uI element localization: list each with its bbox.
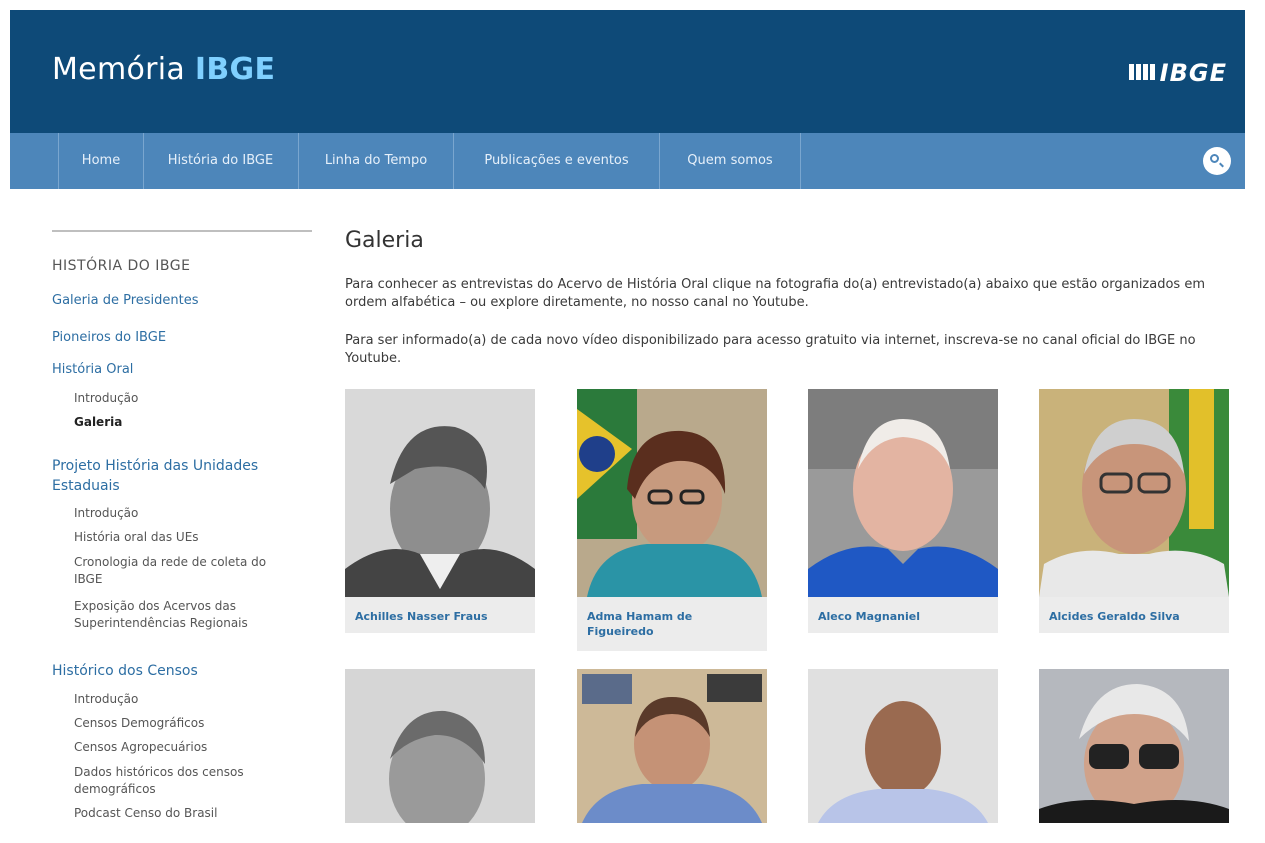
nav-quem-somos[interactable]: Quem somos (660, 133, 801, 189)
interviewee-name[interactable] (345, 823, 535, 843)
ibge-logo-text: IBGE (1159, 59, 1227, 87)
sidebar-link-presidents[interactable]: Galeria de Presidentes (52, 293, 199, 308)
interviewee-photo[interactable] (577, 389, 767, 597)
sidebar-link-census[interactable]: Histórico dos Censos (52, 663, 198, 679)
sidebar-sub-census-podcast[interactable]: Podcast Censo do Brasil (74, 806, 217, 820)
interviewee-name[interactable]: Adma Hamam de Figueiredo (577, 597, 767, 647)
gallery-card[interactable] (1039, 669, 1229, 823)
interviewee-name[interactable]: Achilles Nasser Fraus (345, 597, 535, 632)
interviewee-name[interactable] (808, 823, 998, 843)
search-icon (1210, 154, 1219, 163)
gallery-card[interactable]: Aleco Magnaniel (808, 389, 998, 633)
nav-linha-tempo[interactable]: Linha do Tempo (299, 133, 454, 189)
sidebar-heading: HISTÓRIA DO IBGE (52, 258, 191, 274)
site-header: Memória IBGE IBGE (10, 10, 1245, 133)
sidebar-link-oral-history[interactable]: História Oral (52, 362, 133, 377)
sidebar-link-pioneers[interactable]: Pioneiros do IBGE (52, 330, 166, 345)
sidebar-sub-project-exposition[interactable]: Exposição dos Acervos das Superintendênc… (74, 598, 294, 632)
gallery-card[interactable] (808, 669, 998, 823)
sidebar-sub-project-chronology[interactable]: Cronologia da rede de coleta do IBGE (74, 554, 294, 588)
sidebar-sub-oral-gallery[interactable]: Galeria (74, 415, 122, 429)
nav-historia-ibge[interactable]: História do IBGE (143, 133, 299, 189)
sidebar-sub-oral-intro[interactable]: Introdução (74, 391, 138, 405)
intro-paragraph-1: Para conhecer as entrevistas do Acervo d… (345, 277, 1205, 310)
intro-paragraph-2: Para ser informado(a) de cada novo vídeo… (345, 333, 1196, 366)
interviewee-photo[interactable] (808, 669, 998, 823)
search-button[interactable] (1203, 147, 1231, 175)
sidebar-sub-census-hist[interactable]: Dados históricos dos censos demográficos (74, 764, 274, 798)
sidebar-sub-project-oral[interactable]: História oral das UEs (74, 530, 199, 544)
gallery-card[interactable] (577, 669, 767, 823)
interviewee-photo[interactable] (345, 669, 535, 823)
gallery-card[interactable]: Achilles Nasser Fraus (345, 389, 535, 633)
site-title[interactable]: Memória IBGE (52, 52, 275, 87)
interviewee-photo[interactable] (1039, 389, 1229, 597)
interviewee-name[interactable] (1039, 823, 1229, 843)
ibge-logo[interactable]: IBGE (1128, 59, 1227, 87)
ibge-logo-mark-icon (1128, 64, 1157, 80)
sidebar-sub-census-intro[interactable]: Introdução (74, 692, 138, 706)
gallery-card[interactable]: Alcides Geraldo Silva (1039, 389, 1229, 633)
sidebar-link-project[interactable]: Projeto História das Unidades Estaduais (52, 456, 292, 496)
interviewee-name[interactable]: Alcides Geraldo Silva (1039, 597, 1229, 632)
sidebar-sub-census-agro[interactable]: Censos Agropecuários (74, 740, 207, 754)
page-title: Galeria (345, 228, 424, 253)
nav-home[interactable]: Home (58, 133, 144, 189)
gallery-card[interactable] (345, 669, 535, 823)
site-title-light: Memória (52, 52, 195, 87)
interviewee-photo[interactable] (577, 669, 767, 823)
interviewee-name[interactable]: Aleco Magnaniel (808, 597, 998, 632)
interviewee-photo[interactable] (1039, 669, 1229, 823)
interviewee-name[interactable] (577, 823, 767, 843)
main-nav: Home História do IBGE Linha do Tempo Pub… (10, 133, 1245, 189)
nav-publicacoes[interactable]: Publicações e eventos (454, 133, 660, 189)
sidebar-sub-census-demo[interactable]: Censos Demográficos (74, 716, 204, 730)
sidebar-divider (52, 230, 312, 232)
interviewee-photo[interactable] (808, 389, 998, 597)
gallery-card[interactable]: Adma Hamam de Figueiredo (577, 389, 767, 651)
sidebar-sub-project-intro[interactable]: Introdução (74, 506, 138, 520)
interviewee-photo[interactable] (345, 389, 535, 597)
site-title-bold: IBGE (194, 52, 276, 87)
